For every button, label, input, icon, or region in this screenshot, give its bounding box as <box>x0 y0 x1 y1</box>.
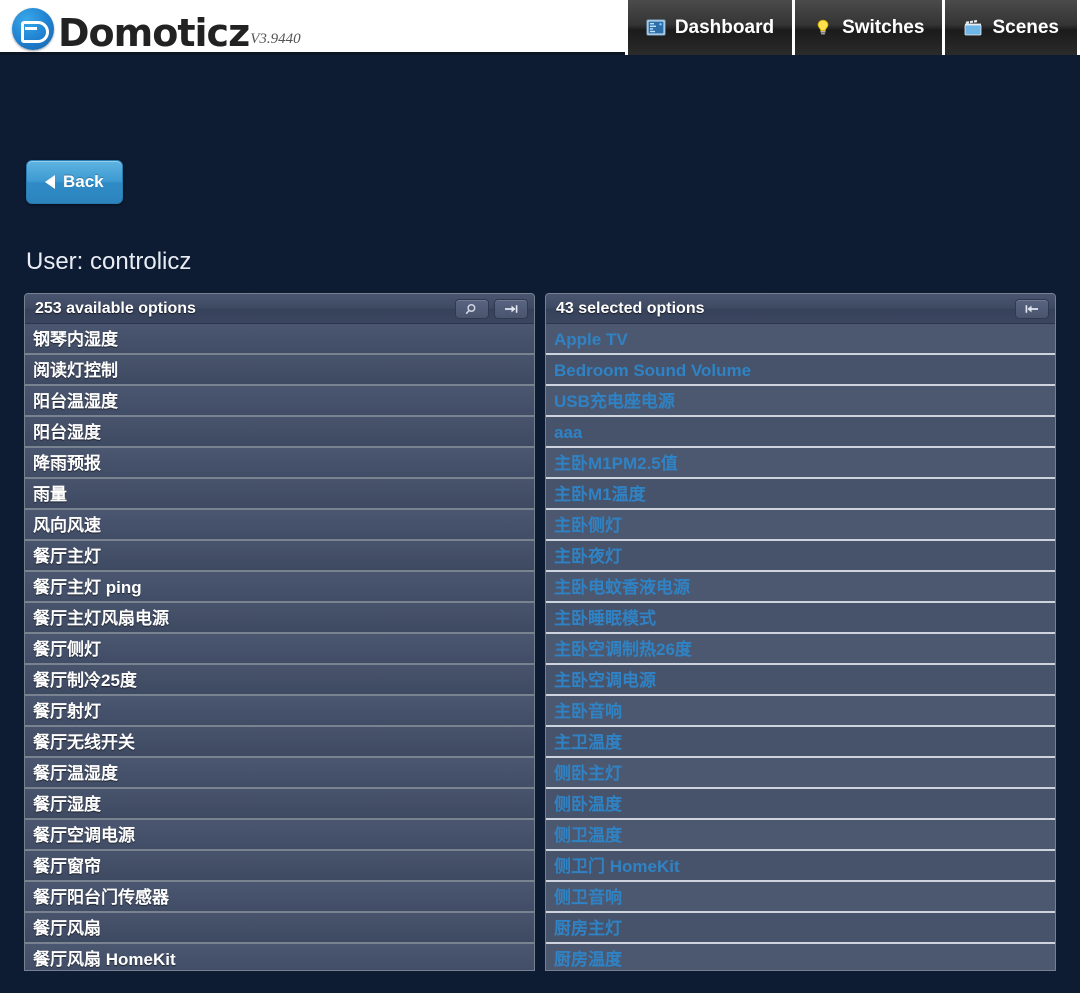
available-option-item[interactable]: 餐厅风扇 HomeKit <box>25 944 534 970</box>
move-right-icon[interactable] <box>494 298 528 319</box>
selected-option-item[interactable]: 侧卧温度 <box>546 789 1055 820</box>
clapperboard-icon <box>963 18 983 38</box>
move-left-icon[interactable] <box>1015 298 1049 319</box>
available-options-list[interactable]: 钢琴内湿度 阅读灯控制 阳台温湿度 阳台湿度 降雨预报 雨量 风向风速 餐厅主灯 餐厅主灯 pi… <box>25 324 534 970</box>
selected-option-item[interactable]: Apple TV <box>546 324 1055 355</box>
selected-option-item[interactable]: USB充电座电源 <box>546 386 1055 417</box>
selected-option-item[interactable]: 侧卫门 HomeKit <box>546 851 1055 882</box>
tab-switches-label: Switches <box>842 16 925 38</box>
available-option-item[interactable]: 餐厅制冷25度 <box>25 665 534 696</box>
selected-option-item[interactable]: aaa <box>546 417 1055 448</box>
lightbulb-icon <box>813 18 833 38</box>
available-option-item[interactable]: 降雨预报 <box>25 448 534 479</box>
selected-option-item[interactable]: 主卧侧灯 <box>546 510 1055 541</box>
available-option-item[interactable]: 餐厅阳台门传感器 <box>25 882 534 913</box>
main-nav: Dashboard Switches Scenes <box>624 0 1080 55</box>
available-option-item[interactable]: 阳台温湿度 <box>25 386 534 417</box>
selected-options-header: 43 selected options <box>546 294 1055 324</box>
selected-options-panel: 43 selected options Apple TV Bedroom Soun… <box>545 293 1056 971</box>
page-body: Back User: controlicz 253 available opti… <box>0 55 1080 990</box>
selected-option-item[interactable]: 主卧音响 <box>546 696 1055 727</box>
selected-option-item[interactable]: 主卧M1温度 <box>546 479 1055 510</box>
selected-option-item[interactable]: 主卫温度 <box>546 727 1055 758</box>
back-button[interactable]: Back <box>26 160 123 204</box>
app-version: V3.9440 <box>250 30 301 47</box>
available-option-item[interactable]: 餐厅空调电源 <box>25 820 534 851</box>
app-name: Domoticz <box>58 10 250 55</box>
available-option-item[interactable]: 餐厅风扇 <box>25 913 534 944</box>
triangle-left-icon <box>45 175 55 189</box>
selected-option-item[interactable]: 侧卫音响 <box>546 882 1055 913</box>
selected-option-item[interactable]: 主卧空调制热26度 <box>546 634 1055 665</box>
multiselect: 253 available options 钢琴内湿度 阅读灯控制 阳台温湿度 … <box>24 293 1056 971</box>
available-option-item[interactable]: 阳台湿度 <box>25 417 534 448</box>
page-title: User: controlicz <box>26 248 192 275</box>
available-option-item[interactable]: 钢琴内湿度 <box>25 324 534 355</box>
domoticz-logo-icon <box>12 7 54 50</box>
tab-scenes-label: Scenes <box>992 16 1059 38</box>
available-option-item[interactable]: 风向风速 <box>25 510 534 541</box>
selected-options-title: 43 selected options <box>556 299 705 317</box>
available-option-item[interactable]: 餐厅湿度 <box>25 789 534 820</box>
selected-option-item[interactable]: 厨房温度 <box>546 944 1055 970</box>
available-option-item[interactable]: 雨量 <box>25 479 534 510</box>
available-option-item[interactable]: 餐厅温湿度 <box>25 758 534 789</box>
selected-option-item[interactable]: 主卧空调电源 <box>546 665 1055 696</box>
available-option-item[interactable]: 餐厅窗帘 <box>25 851 534 882</box>
available-options-tools <box>455 298 528 319</box>
tab-scenes[interactable]: Scenes <box>945 0 1080 55</box>
available-option-item[interactable]: 餐厅侧灯 <box>25 634 534 665</box>
available-option-item[interactable]: 餐厅主灯 ping <box>25 572 534 603</box>
back-button-label: Back <box>63 172 104 191</box>
available-option-item[interactable]: 餐厅主灯 <box>25 541 534 572</box>
available-option-item[interactable]: 餐厅无线开关 <box>25 727 534 758</box>
brand: Domoticz V3.9440 <box>0 0 301 54</box>
selected-option-item[interactable]: Bedroom Sound Volume <box>546 355 1055 386</box>
selected-option-item[interactable]: 厨房主灯 <box>546 913 1055 944</box>
available-option-item[interactable]: 阅读灯控制 <box>25 355 534 386</box>
tab-switches[interactable]: Switches <box>795 0 946 55</box>
selected-options-tools <box>1015 298 1049 319</box>
top-bar: Domoticz V3.9440 Dashboard Switches Scen… <box>0 0 1080 55</box>
selected-option-item[interactable]: 主卧夜灯 <box>546 541 1055 572</box>
selected-option-item[interactable]: 侧卫温度 <box>546 820 1055 851</box>
search-icon[interactable] <box>455 298 489 319</box>
available-option-item[interactable]: 餐厅射灯 <box>25 696 534 727</box>
dashboard-icon <box>646 18 666 38</box>
tab-dashboard-label: Dashboard <box>674 16 775 38</box>
selected-option-item[interactable]: 主卧睡眠模式 <box>546 603 1055 634</box>
selected-options-list[interactable]: Apple TV Bedroom Sound Volume USB充电座电源 aaa 主… <box>546 324 1055 970</box>
selected-option-item[interactable]: 主卧电蚊香液电源 <box>546 572 1055 603</box>
available-options-header: 253 available options <box>25 294 534 324</box>
selected-option-item[interactable]: 主卧M1PM2.5值 <box>546 448 1055 479</box>
selected-option-item[interactable]: 侧卧主灯 <box>546 758 1055 789</box>
available-options-panel: 253 available options 钢琴内湿度 阅读灯控制 阳台温湿度 … <box>24 293 535 971</box>
available-options-title: 253 available options <box>35 299 196 317</box>
tab-dashboard[interactable]: Dashboard <box>624 0 796 55</box>
available-option-item[interactable]: 餐厅主灯风扇电源 <box>25 603 534 634</box>
